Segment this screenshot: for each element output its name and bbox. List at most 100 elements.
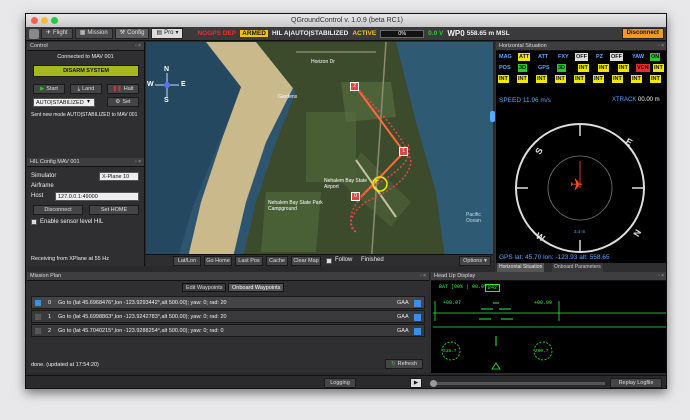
follow-checkbox[interactable]: [326, 258, 332, 264]
replay-logfile-button[interactable]: Replay Logfile: [610, 378, 662, 388]
hud-panel: Head Up Display ▫ × BAT [00% | 00.0V] 242…: [430, 272, 666, 373]
waypoint-readout: WP0: [447, 29, 465, 38]
hs-vehicle-icon: ✈: [570, 177, 584, 194]
horizontal-situation-panel: Horizontal Situation ▫ × MAG ATT ATT FXY …: [495, 42, 666, 272]
disarm-button[interactable]: DISARM SYSTEM: [33, 65, 139, 77]
battery-bar: 0%: [380, 29, 425, 38]
hs-indicator: MAG: [499, 54, 512, 60]
sensor-hil-checkbox[interactable]: [31, 219, 37, 225]
tab-mission[interactable]: ▦ Mission: [74, 28, 113, 39]
tab-config[interactable]: ⚒ Config: [114, 28, 150, 39]
system-state: ACTIVE: [352, 30, 377, 37]
halt-button[interactable]: ❚❚ Halt: [107, 84, 139, 94]
hs-indicator: INT: [653, 64, 664, 72]
land-icon: ⤓: [77, 85, 81, 92]
control-panel: Control ▫ × Connected to MAV 001 DISARM S…: [27, 42, 145, 158]
hs-indicator: OFF: [575, 53, 588, 61]
route-overlay: [350, 86, 412, 233]
minimize-window-button[interactable]: [41, 17, 48, 24]
hud-gauge-right: Z00.7: [535, 349, 549, 354]
vehicle-select[interactable]: ▤ Pro ▾: [151, 28, 184, 39]
app-window: QGroundControl v. 1.0.9 (beta RC1) ✈ Flig…: [25, 13, 667, 389]
set-mode-button[interactable]: ⚙ Set: [107, 97, 139, 107]
waypoint-delete-button[interactable]: [414, 300, 421, 307]
latlon-button[interactable]: Lat/Lon: [173, 256, 201, 266]
connection-status: Connected to MAV 001: [57, 54, 114, 60]
map-view[interactable]: N E S W 2 1 0 ✈ Nehalem Bay State Park C…: [146, 42, 493, 266]
panel-controls-icon[interactable]: ▫ ×: [658, 272, 664, 281]
zoom-window-button[interactable]: [51, 17, 58, 24]
tab-edit-waypoints[interactable]: Edit Waypoints: [182, 283, 227, 292]
hs-xtrack-value: 00.00 m: [638, 97, 660, 103]
sensor-hil-label: Enable sensor level HIL: [40, 219, 104, 225]
mode-select[interactable]: AUTO|STABILIZED: [33, 98, 95, 107]
hs-indicator: INT: [593, 75, 604, 83]
hil-panel-header: HIL Config MAV 001 ▫ ×: [27, 158, 144, 167]
vehicle-icon: ✈: [372, 176, 380, 186]
cache-button[interactable]: Cache: [266, 256, 288, 266]
options-button[interactable]: Options ▾: [459, 256, 491, 266]
hs-indicator: YAW: [632, 54, 645, 60]
waypoint-delete-button[interactable]: [414, 314, 421, 321]
play-button[interactable]: ▶: [410, 378, 422, 388]
hs-indicator: OFF: [610, 53, 623, 61]
receiving-status: Receiving from XPlane at 55 Hz: [31, 256, 109, 262]
tab-onboard-parameters[interactable]: Onboard Parameters: [552, 263, 603, 272]
go-home-button[interactable]: Go Home: [204, 256, 232, 266]
tab-onboard-waypoints[interactable]: Onboard Waypoints: [228, 283, 285, 292]
hs-indicator: INT: [578, 64, 589, 72]
host-label: Host: [31, 193, 44, 199]
simulator-select[interactable]: X-Plane 10: [99, 172, 139, 181]
chevron-down-icon: ▾: [175, 30, 179, 36]
waypoint-list: 0 Go to (lat 45.6968476°,lon -123.929344…: [31, 296, 425, 337]
waypoint-checkbox[interactable]: [35, 314, 41, 320]
hs-indicator: POS: [499, 65, 511, 71]
close-window-button[interactable]: [31, 17, 38, 24]
title-bar: QGroundControl v. 1.0.9 (beta RC1): [26, 14, 666, 27]
waypoint-delete-button[interactable]: [414, 328, 421, 335]
hs-indicator: INT: [650, 75, 661, 83]
set-home-button[interactable]: Set HOME: [89, 205, 139, 215]
grid-icon: ▤: [156, 30, 163, 36]
splitter-handle[interactable]: [490, 111, 495, 122]
waypoint-checkbox[interactable]: [35, 328, 41, 334]
hil-disconnect-button[interactable]: Disconnect: [33, 205, 83, 215]
armed-badge: ARMED: [240, 30, 268, 37]
tab-flight[interactable]: ✈ Flight: [41, 28, 73, 39]
land-button[interactable]: ⤓ Land: [70, 84, 102, 94]
waypoint-row[interactable]: 2 Go to (lat 45.7040215°,lon -123.928825…: [31, 324, 425, 337]
mission-plan-panel: Mission Plan ▫ × Edit Waypoints Onboard W…: [27, 272, 429, 373]
hs-indicator: ATT: [518, 53, 531, 61]
refresh-button[interactable]: ↻ Refresh: [385, 359, 423, 369]
replay-slider-handle[interactable]: [430, 380, 437, 387]
finished-label: Finished: [361, 257, 384, 263]
app-logo-icon: [29, 28, 39, 39]
waypoint-row[interactable]: 0 Go to (lat 45.6968476°,lon -123.929344…: [31, 296, 425, 309]
hs-indicator: FXY: [558, 54, 569, 60]
panel-controls-icon[interactable]: ▫ ×: [420, 272, 426, 281]
bottom-bar: Logging ▶ Replay Logfile: [26, 375, 666, 388]
main-toolbar: ✈ Flight ▦ Mission ⚒ Config ▤ Pro ▾ NOGPS DEP…: [26, 27, 666, 41]
disconnect-button[interactable]: Disconnect: [621, 28, 664, 39]
wrench-icon: ⚒: [119, 30, 126, 36]
waypoint-checkbox[interactable]: [35, 300, 41, 306]
waypoint-marker-1[interactable]: 1: [399, 147, 408, 156]
start-button[interactable]: ▶ Start: [33, 84, 65, 94]
mission-status: done. (updated at 17:54:20): [31, 362, 99, 368]
waypoint-row[interactable]: 1 Go to (lat 45.6998863°,lon -123.924278…: [31, 310, 425, 323]
replay-slider[interactable]: [430, 380, 605, 387]
clear-map-button[interactable]: Clear Map: [291, 256, 321, 266]
panel-controls-icon[interactable]: ▫ ×: [135, 42, 141, 51]
waypoint-marker-2[interactable]: 2: [350, 82, 359, 91]
panel-controls-icon[interactable]: ▫ ×: [658, 42, 664, 51]
host-field[interactable]: 127.0.0.1:49000: [55, 192, 139, 201]
last-pos-button[interactable]: Last Pos: [235, 256, 263, 266]
panel-controls-icon[interactable]: ▫ ×: [135, 158, 141, 167]
waypoint-marker-0[interactable]: 0: [351, 192, 360, 201]
waypoint-text: Go to (lat 45.6998863°,lon -123.9242783°…: [58, 314, 227, 320]
map-toolbar: Lat/Lon Go Home Last Pos Cache Clear Map…: [146, 254, 493, 266]
pause-icon: ❚❚: [112, 85, 122, 92]
tab-horizontal-situation[interactable]: Horizontal Situation: [497, 263, 545, 272]
logging-button[interactable]: Logging: [324, 378, 356, 388]
hs-indicator: INT: [536, 75, 547, 83]
